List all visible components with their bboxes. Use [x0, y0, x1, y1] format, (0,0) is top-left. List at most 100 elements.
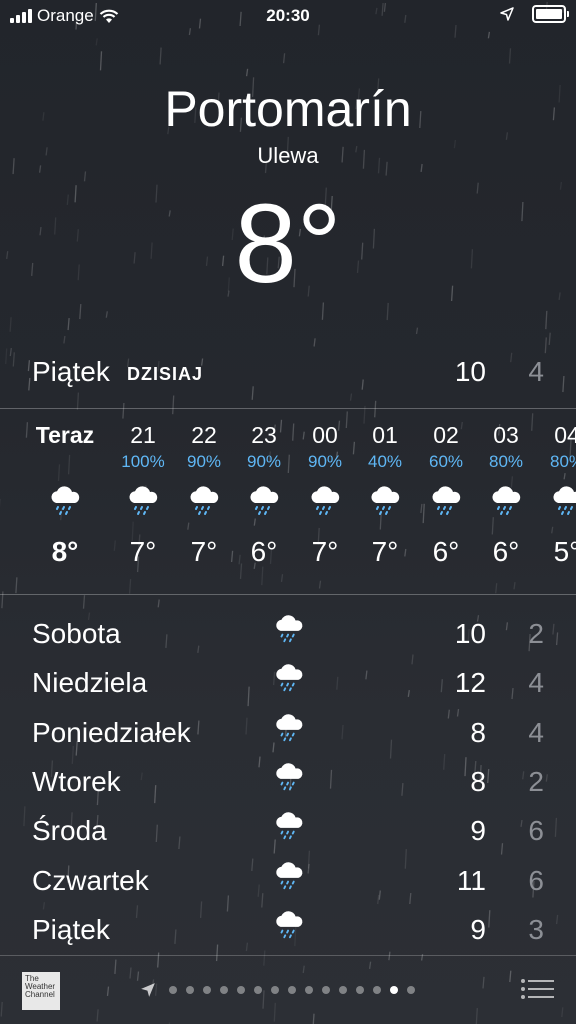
page-dot[interactable] — [356, 986, 364, 994]
day-high: 10 — [454, 618, 486, 649]
day-low: 4 — [528, 667, 544, 699]
rain-cloud-icon — [276, 812, 303, 840]
page-dot[interactable] — [339, 986, 347, 994]
city-list-icon[interactable] — [520, 978, 554, 1000]
divider — [0, 408, 576, 409]
page-dot[interactable] — [254, 986, 262, 994]
hour-label: Teraz — [35, 422, 95, 448]
precip-chance: 80% — [488, 452, 524, 471]
location-arrow-icon — [500, 7, 514, 21]
daily-row: Poniedziałek 8 4 — [0, 711, 576, 759]
rain-cloud-icon — [276, 911, 303, 938]
page-dot[interactable] — [186, 986, 194, 994]
weather-channel-logo-text: The Weather Channel — [25, 974, 56, 999]
precip-chance: 100% — [121, 452, 165, 471]
day-name: Czwartek — [32, 864, 149, 896]
page-dot[interactable] — [220, 986, 228, 994]
day-low: 6 — [528, 864, 544, 896]
hour-temperature: 8° — [51, 536, 79, 567]
page-dot[interactable] — [203, 986, 211, 994]
hour-temperature: 6° — [492, 536, 520, 567]
page-dot[interactable] — [373, 986, 381, 994]
rain-cloud-icon — [553, 486, 576, 515]
precip-chance: 90% — [246, 452, 282, 471]
day-high: 9 — [470, 913, 486, 945]
daily-row: Niedziela 12 4 — [0, 661, 576, 709]
page-dot[interactable] — [390, 986, 398, 994]
today-high: 10 — [454, 356, 486, 387]
rain-cloud-icon — [276, 664, 303, 692]
page-dot[interactable] — [305, 986, 313, 994]
daily-row: Środa 9 6 — [0, 809, 576, 857]
hourly-item: Teraz 8° — [30, 422, 100, 568]
hourly-forecast[interactable]: Teraz 8° 21 100% 7° 22 90% 7° 23 90% 6° 00 90% 7° 01 40… — [0, 422, 576, 582]
current-temperature: 8° — [234, 181, 342, 306]
divider — [0, 594, 576, 595]
page-dot[interactable] — [237, 986, 245, 994]
day-name: Środa — [32, 815, 107, 847]
day-low: 2 — [528, 765, 544, 797]
hour-temperature: 7° — [129, 536, 157, 567]
hour-label: 21 — [130, 422, 156, 448]
rain-cloud-icon — [190, 486, 219, 515]
day-name: Niedziela — [32, 667, 148, 699]
hourly-item: 03 80% 6° — [471, 422, 541, 568]
daily-row: Piątek 9 3 — [0, 908, 576, 956]
day-low: 3 — [528, 913, 544, 945]
location-arrow-icon — [141, 983, 155, 997]
weather-condition: Ulewa — [257, 143, 319, 168]
day-high: 9 — [470, 815, 486, 847]
city-name: Portomarín — [164, 81, 412, 137]
day-high: 8 — [470, 716, 486, 748]
precip-chance: 80% — [549, 452, 576, 471]
rain-cloud-icon — [432, 486, 461, 515]
rain-cloud-icon — [276, 615, 303, 643]
page-indicator[interactable] — [140, 982, 415, 998]
bottom-bar: The Weather Channel — [0, 956, 576, 1024]
page-dot[interactable] — [407, 986, 415, 994]
day-high: 12 — [454, 667, 486, 699]
daily-row: Czwartek 11 6 — [0, 859, 576, 907]
today-low: 4 — [528, 356, 544, 387]
hourly-item: 21 100% 7° — [108, 422, 178, 568]
precip-chance: 40% — [367, 452, 403, 471]
day-name: Poniedziałek — [32, 716, 191, 748]
weather-channel-logo[interactable]: The Weather Channel — [22, 972, 60, 1010]
rain-cloud-icon — [250, 486, 279, 515]
hour-label: 23 — [251, 422, 277, 448]
rain-cloud-icon — [51, 486, 80, 515]
day-low: 2 — [528, 618, 544, 649]
rain-cloud-icon — [276, 763, 303, 791]
today-label: DZISIAJ — [127, 364, 204, 384]
day-low: 4 — [528, 716, 544, 748]
today-day: Piątek — [32, 356, 110, 387]
rain-cloud-icon — [129, 486, 158, 515]
status-time: 20:30 — [266, 6, 310, 25]
rain-cloud-icon — [311, 486, 340, 515]
battery-icon — [532, 5, 569, 23]
day-high: 11 — [456, 864, 486, 896]
today-summary: Piątek DZISIAJ 10 4 — [0, 352, 576, 394]
day-high: 8 — [470, 765, 486, 797]
day-name: Wtorek — [32, 765, 121, 797]
hourly-item: 01 40% 7° — [350, 422, 420, 568]
page-dot[interactable] — [322, 986, 330, 994]
daily-row: Wtorek 8 2 — [0, 760, 576, 808]
day-name: Piątek — [32, 913, 110, 945]
hour-label: 03 — [493, 422, 519, 448]
rain-cloud-icon — [276, 861, 303, 889]
hour-temperature: 7° — [371, 536, 399, 567]
hourly-item: 23 90% 6° — [229, 422, 299, 568]
precip-chance — [30, 452, 100, 478]
day-name: Sobota — [32, 618, 121, 649]
page-dot[interactable] — [288, 986, 296, 994]
hour-temperature: 6° — [250, 536, 278, 567]
hour-label: 01 — [372, 422, 398, 448]
rain-cloud-icon — [492, 486, 521, 515]
hourly-item: 04 80% 5° — [532, 422, 576, 568]
rain-cloud-icon — [276, 713, 303, 741]
page-dot[interactable] — [271, 986, 279, 994]
hour-temperature: 5° — [553, 536, 576, 567]
rain-cloud-icon — [371, 486, 400, 515]
page-dot[interactable] — [169, 986, 177, 994]
